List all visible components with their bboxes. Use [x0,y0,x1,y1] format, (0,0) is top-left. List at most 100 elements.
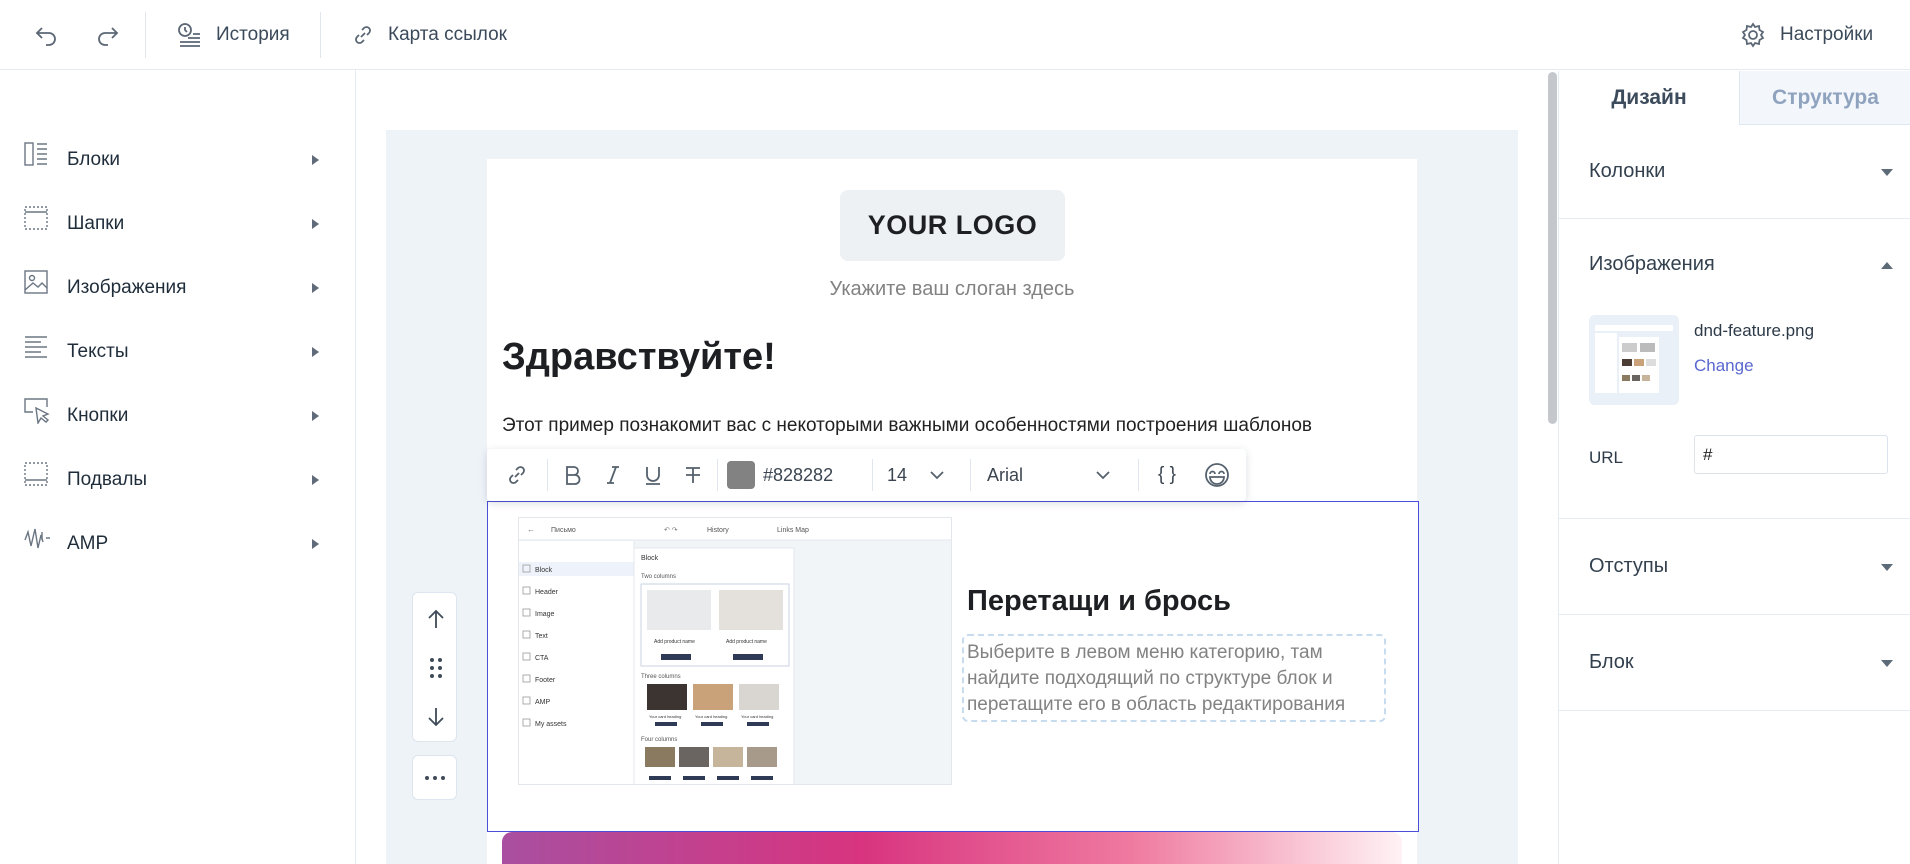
preview-three-columns: Three columns [641,674,681,680]
greeting-heading[interactable]: Здравствуйте! [502,336,776,379]
undo-button[interactable] [34,0,60,70]
image-filename: dnd-feature.png [1694,321,1815,340]
block-more-button[interactable] [412,755,457,800]
emoji-icon [1204,462,1230,488]
emoji-button[interactable] [1192,449,1242,501]
sidebar-item-images[interactable]: Изображения [0,256,356,320]
padding-header[interactable]: Отступы [1589,555,1668,578]
color-swatch [727,461,755,489]
dnd-description[interactable]: Выберите в левом меню категорию, там най… [962,634,1386,722]
chevron-up-icon[interactable] [1881,262,1893,269]
block-move-controls [412,592,457,742]
sidebar-item-blocks[interactable]: Блоки [0,128,356,192]
history-button[interactable]: История [176,0,290,70]
svg-text:←: ← [527,525,535,534]
sidebar-item-buttons[interactable]: Кнопки [0,384,356,448]
color-value: #828282 [763,464,834,485]
toolbar-divider [1138,459,1139,491]
slogan-text[interactable]: Укажите ваш слоган здесь [487,278,1417,301]
dnd-feature-image[interactable]: ← Письмо ↶ ↷ History Links Map Block Hea… [518,517,952,785]
merge-tags-button[interactable]: { } [1142,449,1192,501]
preview-product-name: Add product name [726,639,767,645]
settings-button[interactable]: Настройки [1740,0,1873,70]
chevron-right-icon [312,219,319,229]
amp-icon [24,526,50,552]
text-icon [24,334,48,358]
arrow-up-icon [425,608,447,630]
move-down-button[interactable] [413,695,458,739]
insert-link-button[interactable] [487,449,547,501]
preview-four-columns: Four columns [641,737,677,743]
sidebar-item-amp[interactable]: AMP [0,512,356,576]
underline-button[interactable] [633,449,673,501]
bold-icon [564,465,582,485]
intro-paragraph[interactable]: Этот пример познакомит вас с некоторыми … [502,415,1312,437]
chevron-down-icon [929,470,945,480]
chevron-right-icon [312,283,319,293]
gear-icon [1740,22,1766,48]
settings-panel: Дизайн Структура Колонки Изображения dnd… [1558,71,1910,864]
block-header[interactable]: Блок [1589,651,1634,674]
text-format-toolbar: #828282 14 Arial { } [487,449,1246,501]
preview-panel-title: Block [641,555,659,562]
chevron-down-icon[interactable] [1881,169,1893,176]
bold-button[interactable] [553,449,593,501]
preview-menu-item: Block [535,567,553,574]
move-up-button[interactable] [413,597,458,641]
preview-menu-item: CTA [535,655,549,662]
sidebar-item-label: Тексты [67,341,129,362]
header-icon [24,206,48,230]
more-horizontal-icon [424,775,446,781]
columns-header[interactable]: Колонки [1589,160,1665,183]
logo-placeholder[interactable]: YOUR LOGO [840,190,1065,261]
images-header[interactable]: Изображения [1589,253,1715,276]
preview-menu-item: Image [535,611,555,618]
sidebar-item-texts[interactable]: Тексты [0,320,356,384]
image-url-input[interactable] [1694,435,1888,474]
sidebar-item-footers[interactable]: Подвалы [0,448,356,512]
image-thumbnail[interactable] [1589,315,1679,405]
toolbar-divider [872,459,873,491]
redo-icon [94,22,120,48]
preview-history: History [707,527,729,534]
sidebar-item-label: Блоки [67,149,121,170]
toolbar-divider [320,12,321,58]
preview-menu-item: My assets [535,721,567,728]
tab-design[interactable]: Дизайн [1559,71,1739,125]
font-family-select[interactable]: Arial [977,449,1127,501]
toolbar-divider [547,459,548,491]
history-label: История [216,24,290,45]
blocks-icon [24,142,48,166]
chevron-down-icon[interactable] [1881,660,1893,667]
tab-structure[interactable]: Структура [1739,71,1910,125]
block-sidebar: Блоки Шапки Изображения Тексты Кнопки По [0,70,356,864]
change-image-link[interactable]: Change [1694,356,1754,376]
font-size-value: 14 [887,464,908,485]
italic-button[interactable] [593,449,633,501]
toolbar-divider [970,459,971,491]
chevron-right-icon [312,475,319,485]
drag-handle[interactable] [413,646,458,690]
url-label: URL [1589,448,1624,467]
redo-button[interactable] [94,0,120,70]
arrow-down-icon [425,706,447,728]
dnd-heading[interactable]: Перетащи и брось [967,585,1231,618]
toolbar-divider [717,459,718,491]
italic-icon [604,465,622,485]
sidebar-item-label: Подвалы [67,469,148,490]
scrollbar-thumb[interactable] [1548,72,1557,424]
text-color-picker[interactable]: #828282 [727,449,857,501]
preview-two-columns: Two columns [641,574,676,580]
preview-card-heading: Your card heading [741,714,773,719]
sidebar-item-headers[interactable]: Шапки [0,192,356,256]
sidebar-item-label: AMP [67,533,109,554]
section-padding: Отступы [1559,519,1910,615]
strikethrough-button[interactable] [673,449,713,501]
section-columns: Колонки [1559,125,1910,219]
image-icon [24,270,48,294]
links-map-button[interactable]: Карта ссылок [352,0,507,70]
chevron-right-icon [312,411,319,421]
top-toolbar: История Карта ссылок Настройки [0,0,1910,70]
chevron-down-icon[interactable] [1881,564,1893,571]
font-size-select[interactable]: 14 [879,449,969,501]
